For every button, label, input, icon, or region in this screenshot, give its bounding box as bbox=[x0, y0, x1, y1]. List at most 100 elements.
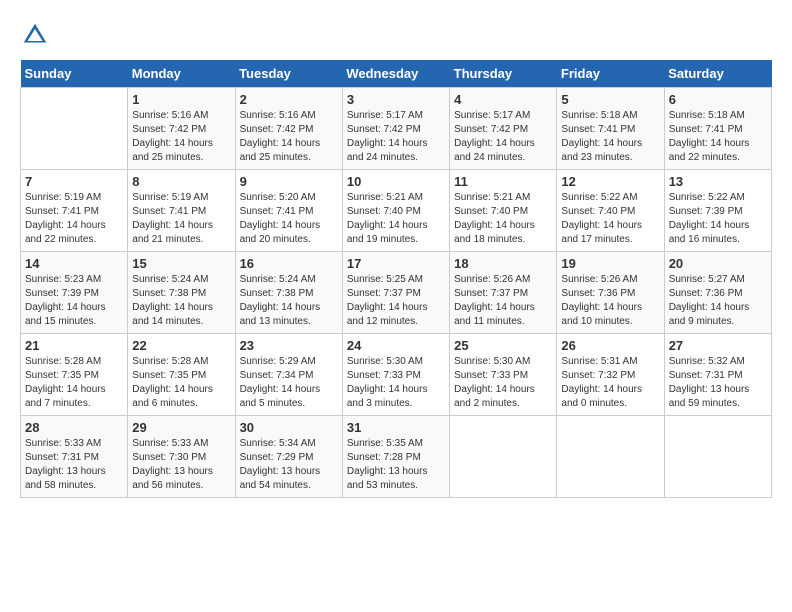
day-number: 15 bbox=[132, 256, 230, 271]
day-number: 2 bbox=[240, 92, 338, 107]
day-number: 21 bbox=[25, 338, 123, 353]
day-number: 12 bbox=[561, 174, 659, 189]
day-number: 1 bbox=[132, 92, 230, 107]
day-info: Sunrise: 5:21 AM Sunset: 7:40 PM Dayligh… bbox=[347, 191, 445, 247]
day-info: Sunrise: 5:24 AM Sunset: 7:38 PM Dayligh… bbox=[240, 273, 338, 329]
day-number: 28 bbox=[25, 420, 123, 435]
day-number: 18 bbox=[454, 256, 552, 271]
day-info: Sunrise: 5:24 AM Sunset: 7:38 PM Dayligh… bbox=[132, 273, 230, 329]
calendar-cell: 27 Sunrise: 5:32 AM Sunset: 7:31 PM Dayli… bbox=[664, 334, 771, 416]
day-number: 29 bbox=[132, 420, 230, 435]
calendar-week-3: 14Sunrise: 5:23 AM Sunset: 7:39 PM Dayli… bbox=[21, 252, 772, 334]
calendar-cell bbox=[557, 416, 664, 498]
calendar-table: SundayMondayTuesdayWednesdayThursdayFrid… bbox=[20, 60, 772, 498]
day-number: 22 bbox=[132, 338, 230, 353]
day-number: 20 bbox=[669, 256, 767, 271]
calendar-cell: 15 Sunrise: 5:24 AM Sunset: 7:38 PM Dayli… bbox=[128, 252, 235, 334]
day-info: Sunrise: 5:25 AM Sunset: 7:37 PM Dayligh… bbox=[347, 273, 445, 329]
calendar-cell: 26Sunrise: 5:31 AM Sunset: 7:32 PM Dayli… bbox=[557, 334, 664, 416]
day-info: Sunrise: 5:23 AM Sunset: 7:39 PM Dayligh… bbox=[25, 273, 123, 329]
calendar-week-1: 1 Sunrise: 5:16 AM Sunset: 7:42 PM Daylig… bbox=[21, 88, 772, 170]
day-number: 19 bbox=[561, 256, 659, 271]
calendar-cell: 2 Sunrise: 5:16 AM Sunset: 7:42 PM Daylig… bbox=[235, 88, 342, 170]
calendar-cell: 16Sunrise: 5:24 AM Sunset: 7:38 PM Dayli… bbox=[235, 252, 342, 334]
day-info: Sunrise: 5:19 AM Sunset: 7:41 PM Dayligh… bbox=[25, 191, 123, 247]
day-number: 6 bbox=[669, 92, 767, 107]
day-info: Sunrise: 5:33 AM Sunset: 7:31 PM Dayligh… bbox=[25, 437, 123, 493]
calendar-cell: 6 Sunrise: 5:18 AM Sunset: 7:41 PM Daylig… bbox=[664, 88, 771, 170]
day-info: Sunrise: 5:18 AM Sunset: 7:41 PM Dayligh… bbox=[561, 109, 659, 165]
calendar-cell bbox=[21, 88, 128, 170]
day-info: Sunrise: 5:17 AM Sunset: 7:42 PM Dayligh… bbox=[454, 109, 552, 165]
day-number: 26 bbox=[561, 338, 659, 353]
calendar-cell: 19 Sunrise: 5:26 AM Sunset: 7:36 PM Dayli… bbox=[557, 252, 664, 334]
day-info: Sunrise: 5:35 AM Sunset: 7:28 PM Dayligh… bbox=[347, 437, 445, 493]
day-info: Sunrise: 5:17 AM Sunset: 7:42 PM Dayligh… bbox=[347, 109, 445, 165]
calendar-cell: 4Sunrise: 5:17 AM Sunset: 7:42 PM Daylig… bbox=[450, 88, 557, 170]
calendar-cell: 25 Sunrise: 5:30 AM Sunset: 7:33 PM Dayli… bbox=[450, 334, 557, 416]
day-info: Sunrise: 5:28 AM Sunset: 7:35 PM Dayligh… bbox=[25, 355, 123, 411]
calendar-cell: 31 Sunrise: 5:35 AM Sunset: 7:28 PM Dayli… bbox=[342, 416, 449, 498]
day-info: Sunrise: 5:16 AM Sunset: 7:42 PM Dayligh… bbox=[132, 109, 230, 165]
day-number: 31 bbox=[347, 420, 445, 435]
day-number: 24 bbox=[347, 338, 445, 353]
day-info: Sunrise: 5:28 AM Sunset: 7:35 PM Dayligh… bbox=[132, 355, 230, 411]
day-info: Sunrise: 5:29 AM Sunset: 7:34 PM Dayligh… bbox=[240, 355, 338, 411]
calendar-cell: 8 Sunrise: 5:19 AM Sunset: 7:41 PM Daylig… bbox=[128, 170, 235, 252]
day-number: 27 bbox=[669, 338, 767, 353]
col-header-wednesday: Wednesday bbox=[342, 60, 449, 88]
calendar-header-row: SundayMondayTuesdayWednesdayThursdayFrid… bbox=[21, 60, 772, 88]
day-info: Sunrise: 5:18 AM Sunset: 7:41 PM Dayligh… bbox=[669, 109, 767, 165]
logo-icon bbox=[20, 20, 50, 50]
calendar-cell: 28 Sunrise: 5:33 AM Sunset: 7:31 PM Dayli… bbox=[21, 416, 128, 498]
day-info: Sunrise: 5:30 AM Sunset: 7:33 PM Dayligh… bbox=[454, 355, 552, 411]
calendar-week-2: 7 Sunrise: 5:19 AM Sunset: 7:41 PM Daylig… bbox=[21, 170, 772, 252]
day-info: Sunrise: 5:22 AM Sunset: 7:39 PM Dayligh… bbox=[669, 191, 767, 247]
calendar-cell: 5 Sunrise: 5:18 AM Sunset: 7:41 PM Daylig… bbox=[557, 88, 664, 170]
page-header bbox=[20, 20, 772, 50]
day-info: Sunrise: 5:19 AM Sunset: 7:41 PM Dayligh… bbox=[132, 191, 230, 247]
calendar-cell: 11Sunrise: 5:21 AM Sunset: 7:40 PM Dayli… bbox=[450, 170, 557, 252]
day-info: Sunrise: 5:27 AM Sunset: 7:36 PM Dayligh… bbox=[669, 273, 767, 329]
day-number: 5 bbox=[561, 92, 659, 107]
col-header-thursday: Thursday bbox=[450, 60, 557, 88]
calendar-cell: 20 Sunrise: 5:27 AM Sunset: 7:36 PM Dayli… bbox=[664, 252, 771, 334]
calendar-cell: 3 Sunrise: 5:17 AM Sunset: 7:42 PM Daylig… bbox=[342, 88, 449, 170]
day-number: 17 bbox=[347, 256, 445, 271]
calendar-cell: 23 Sunrise: 5:29 AM Sunset: 7:34 PM Dayli… bbox=[235, 334, 342, 416]
day-info: Sunrise: 5:20 AM Sunset: 7:41 PM Dayligh… bbox=[240, 191, 338, 247]
day-number: 25 bbox=[454, 338, 552, 353]
day-number: 9 bbox=[240, 174, 338, 189]
calendar-cell: 7 Sunrise: 5:19 AM Sunset: 7:41 PM Daylig… bbox=[21, 170, 128, 252]
col-header-saturday: Saturday bbox=[664, 60, 771, 88]
day-info: Sunrise: 5:21 AM Sunset: 7:40 PM Dayligh… bbox=[454, 191, 552, 247]
calendar-cell: 21 Sunrise: 5:28 AM Sunset: 7:35 PM Dayli… bbox=[21, 334, 128, 416]
day-number: 7 bbox=[25, 174, 123, 189]
calendar-cell: 12 Sunrise: 5:22 AM Sunset: 7:40 PM Dayli… bbox=[557, 170, 664, 252]
day-info: Sunrise: 5:22 AM Sunset: 7:40 PM Dayligh… bbox=[561, 191, 659, 247]
calendar-cell bbox=[450, 416, 557, 498]
calendar-cell: 22 Sunrise: 5:28 AM Sunset: 7:35 PM Dayli… bbox=[128, 334, 235, 416]
logo bbox=[20, 20, 54, 50]
calendar-week-4: 21 Sunrise: 5:28 AM Sunset: 7:35 PM Dayli… bbox=[21, 334, 772, 416]
day-info: Sunrise: 5:26 AM Sunset: 7:37 PM Dayligh… bbox=[454, 273, 552, 329]
calendar-cell: 17 Sunrise: 5:25 AM Sunset: 7:37 PM Dayli… bbox=[342, 252, 449, 334]
day-info: Sunrise: 5:30 AM Sunset: 7:33 PM Dayligh… bbox=[347, 355, 445, 411]
day-number: 8 bbox=[132, 174, 230, 189]
calendar-cell bbox=[664, 416, 771, 498]
col-header-friday: Friday bbox=[557, 60, 664, 88]
calendar-cell: 24 Sunrise: 5:30 AM Sunset: 7:33 PM Dayli… bbox=[342, 334, 449, 416]
calendar-cell: 13Sunrise: 5:22 AM Sunset: 7:39 PM Dayli… bbox=[664, 170, 771, 252]
day-number: 10 bbox=[347, 174, 445, 189]
day-info: Sunrise: 5:32 AM Sunset: 7:31 PM Dayligh… bbox=[669, 355, 767, 411]
col-header-monday: Monday bbox=[128, 60, 235, 88]
calendar-cell: 1 Sunrise: 5:16 AM Sunset: 7:42 PM Daylig… bbox=[128, 88, 235, 170]
calendar-cell: 30Sunrise: 5:34 AM Sunset: 7:29 PM Dayli… bbox=[235, 416, 342, 498]
day-info: Sunrise: 5:33 AM Sunset: 7:30 PM Dayligh… bbox=[132, 437, 230, 493]
day-number: 23 bbox=[240, 338, 338, 353]
day-number: 3 bbox=[347, 92, 445, 107]
calendar-cell: 18 Sunrise: 5:26 AM Sunset: 7:37 PM Dayli… bbox=[450, 252, 557, 334]
day-info: Sunrise: 5:16 AM Sunset: 7:42 PM Dayligh… bbox=[240, 109, 338, 165]
day-info: Sunrise: 5:26 AM Sunset: 7:36 PM Dayligh… bbox=[561, 273, 659, 329]
day-info: Sunrise: 5:34 AM Sunset: 7:29 PM Dayligh… bbox=[240, 437, 338, 493]
